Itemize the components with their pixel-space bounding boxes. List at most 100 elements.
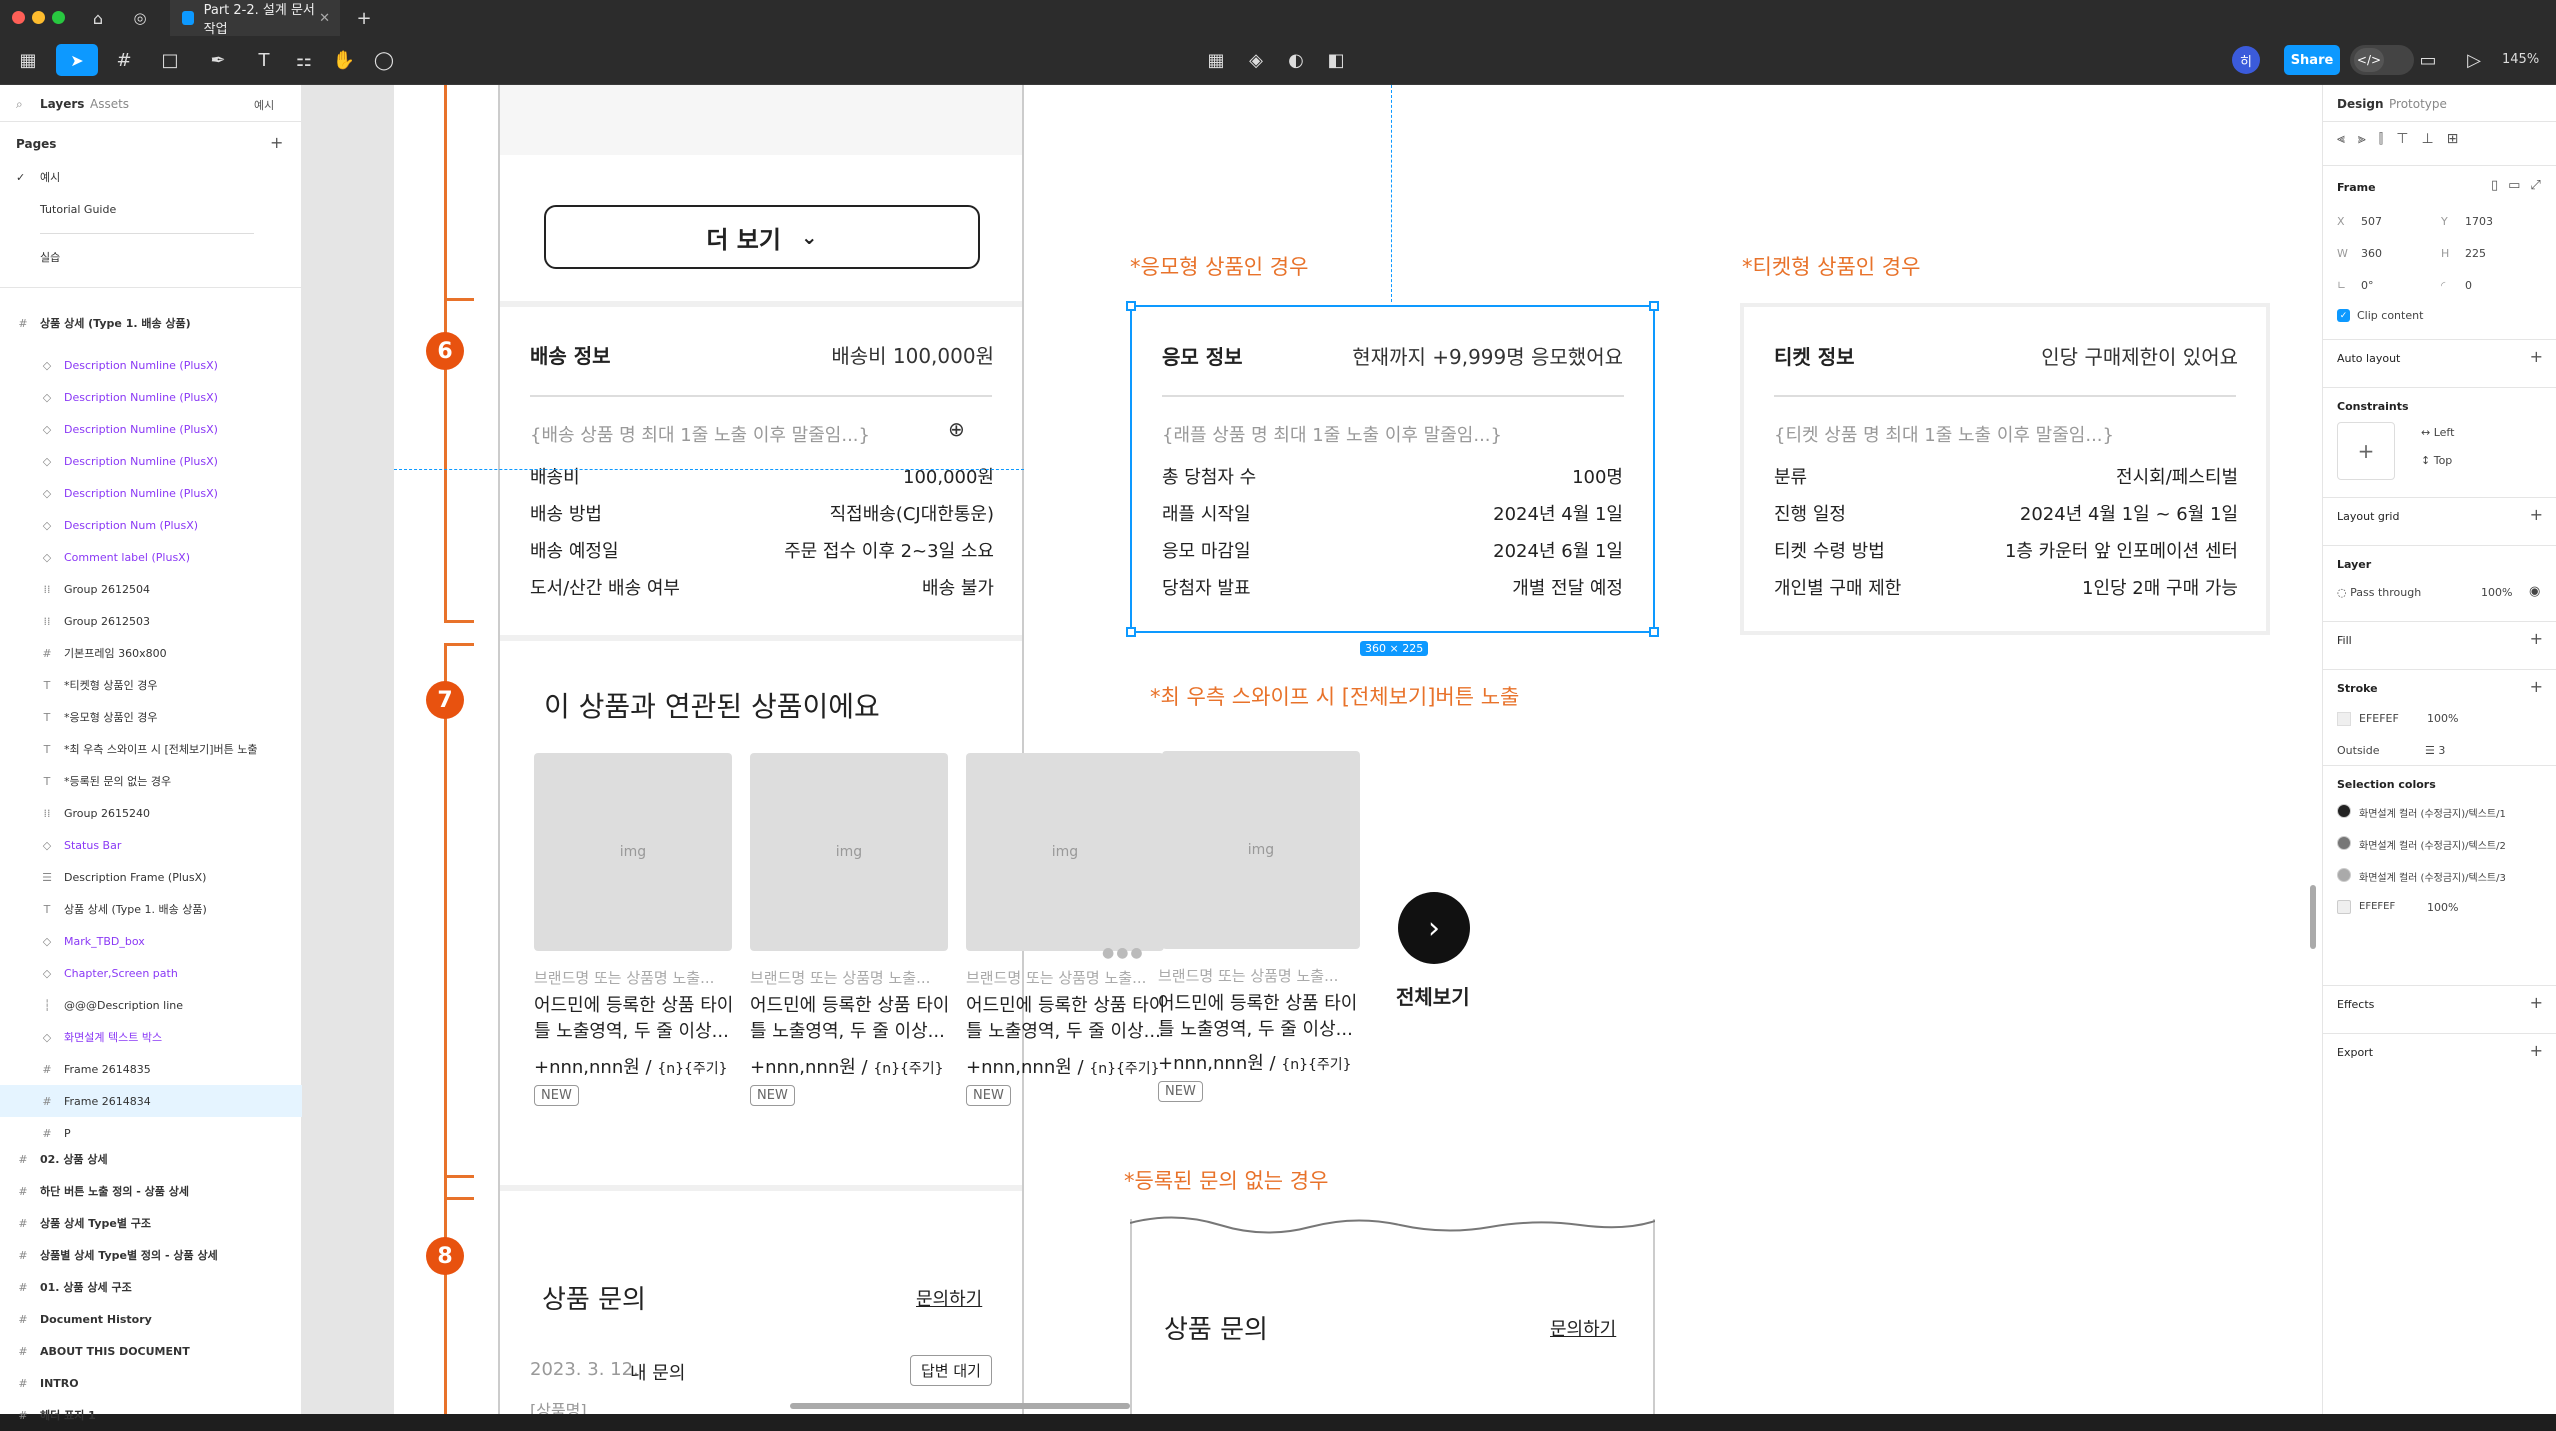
layer-item[interactable]: T *등록된 문의 없는 경우 xyxy=(0,765,302,797)
zoom-level[interactable]: 145% xyxy=(2502,52,2539,67)
layer-item[interactable]: # 기본프레임 360x800 xyxy=(0,637,302,669)
canvas[interactable]: 6 7 8 더 보기 ⌄ 배송 정보 배송비 100,000원 {배송 상품 명 … xyxy=(302,85,2322,1414)
add-page-icon[interactable]: + xyxy=(270,133,283,152)
top-frame-item[interactable]: # 상품 상세 Type별 구조 xyxy=(0,1207,302,1239)
layer-item[interactable]: ◇ 화면설계 텍스트 박스 xyxy=(0,1021,302,1053)
page-item-0[interactable]: ✓ 예시 xyxy=(0,161,302,193)
inquiry-link[interactable]: 문의하기 xyxy=(916,1285,982,1311)
radius-input[interactable]: 0 xyxy=(2465,279,2472,292)
boolean-icon[interactable]: ◧ xyxy=(1322,46,1350,74)
pen-tool-icon[interactable]: ✒ xyxy=(204,46,232,74)
layer-item[interactable]: T *티켓형 상품인 경우 xyxy=(0,669,302,701)
home-icon[interactable]: ⌂ xyxy=(84,4,112,32)
page-item-2[interactable]: 실습 xyxy=(0,241,302,273)
layer-item[interactable]: ┆ @@@Description line xyxy=(0,989,302,1021)
zoom-in-icon[interactable]: ⊕ xyxy=(948,417,965,441)
layer-item[interactable]: ◇ Description Numline (PlusX) xyxy=(0,477,302,509)
page-dropdown[interactable]: 예시 xyxy=(254,97,274,113)
maximize-window-button[interactable] xyxy=(52,11,65,24)
constraint-vertical[interactable]: ↕ Top xyxy=(2421,454,2452,467)
constraint-horizontal[interactable]: ↔ Left xyxy=(2421,426,2454,439)
close-tab-icon[interactable]: ✕ xyxy=(319,11,330,26)
add-effect-icon[interactable]: + xyxy=(2530,993,2543,1012)
globe-icon[interactable]: ◎ xyxy=(126,4,154,32)
color-swatch[interactable] xyxy=(2337,804,2351,818)
x-input[interactable]: 507 xyxy=(2361,215,2382,228)
top-frame-item[interactable]: #02. 상품 상세 xyxy=(0,1143,302,1175)
main-menu-icon[interactable]: ▦ xyxy=(14,46,42,74)
more-button[interactable]: 더 보기 ⌄ xyxy=(544,205,980,269)
page-item-1[interactable]: Tutorial Guide xyxy=(0,193,302,225)
tab-design[interactable]: Design xyxy=(2337,97,2384,111)
constraints-widget[interactable]: + xyxy=(2337,422,2395,480)
layer-item[interactable]: ◇ Status Bar xyxy=(0,829,302,861)
top-frame-item[interactable]: # 하단 버튼 노출 정의 - 상품 상세 xyxy=(0,1175,302,1207)
top-frame-item[interactable]: # INTRO xyxy=(0,1367,302,1399)
stroke-width[interactable]: ☰ 3 xyxy=(2425,744,2445,757)
avatar[interactable]: 히 xyxy=(2232,46,2260,74)
resources-icon[interactable]: ⚏ xyxy=(290,46,318,74)
add-auto-layout-icon[interactable]: + xyxy=(2530,347,2543,366)
tab-prototype[interactable]: Prototype xyxy=(2389,97,2447,111)
layer-item[interactable]: ◇ Comment label (PlusX) xyxy=(0,541,302,573)
stroke-opacity[interactable]: 100% xyxy=(2427,712,2458,725)
layer-item[interactable]: ⁞⁞ Group 2615240 xyxy=(0,797,302,829)
resize-handle[interactable] xyxy=(1649,627,1659,637)
shape-tool-icon[interactable]: □ xyxy=(156,46,184,74)
top-frame-item[interactable]: # ABOUT THIS DOCUMENT xyxy=(0,1335,302,1367)
layer-item[interactable]: # Frame 2614835 xyxy=(0,1053,302,1085)
close-window-button[interactable] xyxy=(12,11,25,24)
align-icons[interactable]: ⫷⫸⫿⊤⊥⊞ xyxy=(2337,131,2471,147)
stroke-position[interactable]: Outside xyxy=(2337,744,2379,757)
orientation-icons[interactable]: ▯▭⤢ xyxy=(2491,178,2551,193)
layer-selected-frame[interactable]: # 상품 상세 (Type 1. 배송 상품) xyxy=(0,307,302,339)
color-swatch[interactable] xyxy=(2337,900,2351,914)
ticket-card[interactable]: 티켓 정보 인당 구매제한이 있어요 {티켓 상품 명 최대 1줄 노출 이후 … xyxy=(1740,303,2270,635)
layer-item[interactable]: ◇ Description Num (PlusX) xyxy=(0,509,302,541)
y-input[interactable]: 1703 xyxy=(2465,215,2493,228)
layer-item[interactable]: ☰ Description Frame (PlusX) xyxy=(0,861,302,893)
layer-item[interactable]: ◇ Chapter,Screen path xyxy=(0,957,302,989)
opacity-input[interactable]: 100% xyxy=(2481,586,2512,599)
layer-item[interactable]: # Frame 2614834 xyxy=(0,1085,302,1117)
grid-icon[interactable]: ▦ xyxy=(1202,46,1230,74)
rotation-input[interactable]: 0° xyxy=(2361,279,2374,292)
color-swatch[interactable] xyxy=(2337,868,2351,882)
contrast-icon[interactable]: ◐ xyxy=(1282,46,1310,74)
layer-item[interactable]: ◇ Description Numline (PlusX) xyxy=(0,381,302,413)
top-frame-item[interactable]: # 헤더 표지 1 xyxy=(0,1399,302,1431)
top-frame-item[interactable]: #01. 상품 상세 구조 xyxy=(0,1271,302,1303)
add-fill-icon[interactable]: + xyxy=(2530,629,2543,648)
layers-search-icon[interactable]: ⌕ xyxy=(16,97,23,112)
color-swatch[interactable] xyxy=(2337,836,2351,850)
horizontal-scrollbar[interactable] xyxy=(790,1403,1130,1409)
eye-icon[interactable]: ◉ xyxy=(2529,584,2540,599)
width-input[interactable]: 360 xyxy=(2361,247,2382,260)
height-input[interactable]: 225 xyxy=(2465,247,2486,260)
file-tab[interactable]: Part 2-2. 설계 문서 작업 ✕ xyxy=(170,0,340,37)
dev-mode-toggle[interactable]: </> xyxy=(2350,45,2414,75)
minimize-window-button[interactable] xyxy=(32,11,45,24)
text-tool-icon[interactable]: T xyxy=(250,46,278,74)
blend-mode-select[interactable]: ◌ Pass through xyxy=(2337,586,2421,599)
layer-item[interactable]: T *최 우측 스와이프 시 [전체보기]버튼 노출 xyxy=(0,733,302,765)
new-tab-icon[interactable]: + xyxy=(350,4,378,32)
tab-layers[interactable]: Layers xyxy=(40,97,84,111)
move-tool-button[interactable]: ➤ xyxy=(56,44,98,76)
layer-item[interactable]: ◇ Description Numline (PlusX) xyxy=(0,445,302,477)
present-icon[interactable]: ▷ xyxy=(2460,46,2488,74)
add-stroke-icon[interactable]: + xyxy=(2530,677,2543,696)
hand-tool-icon[interactable]: ✋ xyxy=(330,46,358,74)
library-icon[interactable]: ▭ xyxy=(2414,46,2442,74)
top-frame-item[interactable]: # Document History xyxy=(0,1303,302,1335)
top-frame-item[interactable]: # 상품별 상세 Type별 정의 - 상품 상세 xyxy=(0,1239,302,1271)
comment-tool-icon[interactable]: ◯ xyxy=(370,46,398,74)
clip-checkbox[interactable]: ✓ xyxy=(2337,309,2350,322)
add-layout-grid-icon[interactable]: + xyxy=(2530,505,2543,524)
resize-handle[interactable] xyxy=(1649,301,1659,311)
no-inquiry-link[interactable]: 문의하기 xyxy=(1550,1315,1616,1341)
layer-item[interactable]: ⁞⁞ Group 2612503 xyxy=(0,605,302,637)
layer-item[interactable]: ◇ Mark_TBD_box xyxy=(0,925,302,957)
see-all-button[interactable]: › xyxy=(1398,892,1470,964)
layer-item[interactable]: ◇ Description Numline (PlusX) xyxy=(0,349,302,381)
